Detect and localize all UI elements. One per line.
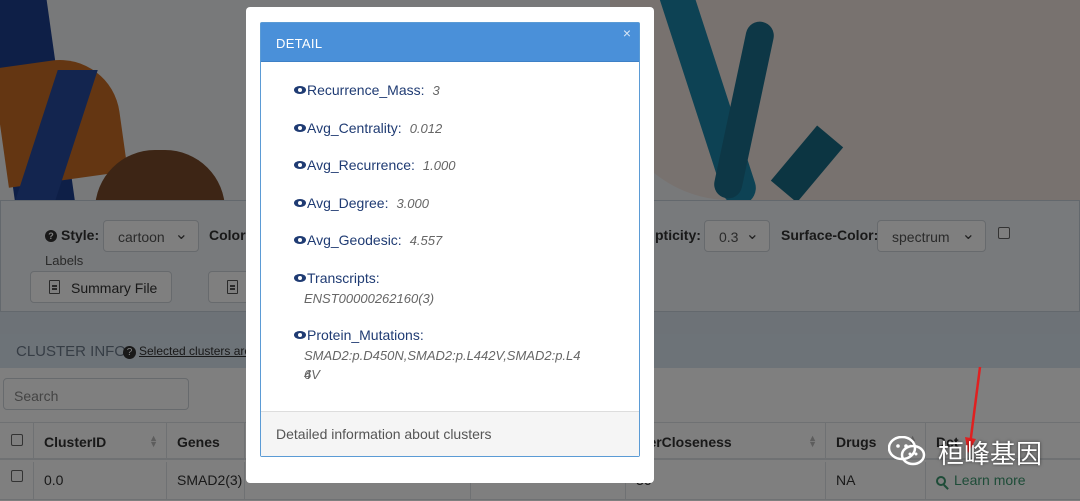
close-icon[interactable]: × [623,25,631,41]
modal-header: DETAIL × [261,23,639,62]
detail-item-recurrence-mass: Recurrence_Mass: 3 [294,82,440,98]
detail-modal: DETAIL × Recurrence_Mass: 3 Avg_Centralit… [260,22,640,457]
modal-body: Recurrence_Mass: 3 Avg_Centrality: 0.012 A… [261,63,639,411]
modal-footer-text: Detailed information about clusters [276,426,492,442]
detail-item-avg-degree: Avg_Degree: 3.000 [294,195,429,211]
detail-item-avg-centrality: Avg_Centrality: 0.012 [294,120,442,136]
modal-title: DETAIL [276,36,323,51]
eye-icon [294,236,306,244]
transcripts-value: ENST00000262160(3) [304,291,435,306]
eye-icon [294,161,306,169]
detail-item-avg-geodesic: Avg_Geodesic: 4.557 [294,232,442,248]
eye-icon [294,124,306,132]
eye-icon [294,199,306,207]
modal-footer: Detailed information about clusters [261,411,639,456]
detail-dialog: DETAIL × Recurrence_Mass: 3 Avg_Centralit… [246,7,654,483]
wechat-icon [888,436,926,466]
eye-icon [294,331,306,339]
detail-item-protein-mutations: Protein_Mutations: [294,327,424,343]
detail-item-transcripts: Transcripts: [294,270,380,286]
protein-mutations-value-line2: 6V [304,367,320,382]
eye-icon [294,274,306,282]
eye-icon [294,86,306,94]
watermark-text: 桓峰基因 [938,439,1043,469]
detail-item-avg-recurrence: Avg_Recurrence: 1.000 [294,157,455,173]
